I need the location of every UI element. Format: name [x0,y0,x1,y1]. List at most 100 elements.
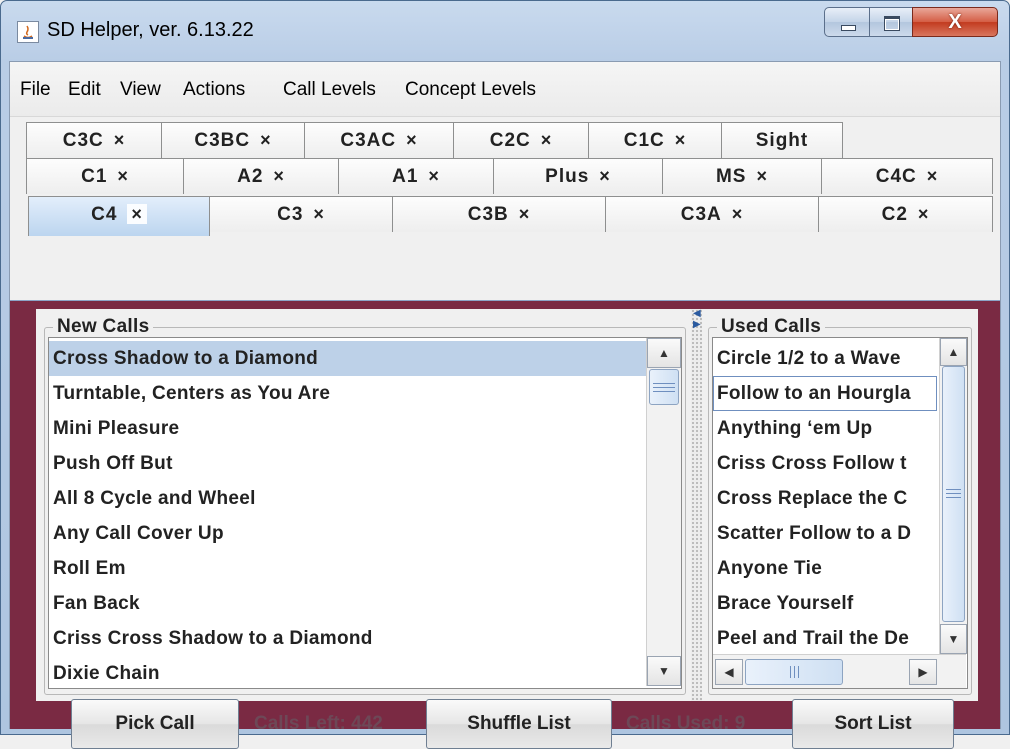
used-calls-title: Used Calls [717,316,826,338]
list-item[interactable]: Scatter Follow to a D [713,516,911,551]
tab-label: C3 [277,204,304,225]
list-item[interactable]: Dixie Chain [49,656,160,688]
grip-icon [653,383,675,386]
used-calls-list[interactable]: Circle 1/2 to a Wave Follow to an Hourgl… [712,337,968,689]
h-scroll-thumb[interactable] [745,659,843,685]
tab-c3b[interactable]: C3B × [392,196,606,232]
tab-c3a[interactable]: C3A × [605,196,819,232]
tab-a1[interactable]: A1 × [338,158,494,194]
tab-sight[interactable]: Sight [721,122,843,158]
pick-call-button[interactable]: Pick Call [71,699,239,749]
grip-icon [946,489,961,492]
menu-file[interactable]: File [20,79,51,101]
scroll-up-icon[interactable]: ▲ [940,338,967,366]
menu-bar: File Edit View Actions Call Levels Conce… [10,62,1000,117]
calls-used-status: Calls Used: 9 [626,713,746,734]
tab-close-icon[interactable]: × [127,204,147,224]
list-item[interactable]: Criss Cross Shadow to a Diamond [49,621,373,656]
menu-concept-levels[interactable]: Concept Levels [405,79,536,101]
close-icon: X [948,11,962,33]
tab-label: C3B [467,204,509,225]
tab-a2[interactable]: A2 × [183,158,339,194]
calls-panel: New Calls Cross Shadow to a Diamond Turn… [10,300,1000,749]
menu-edit[interactable]: Edit [68,79,101,101]
menu-view[interactable]: View [120,79,161,101]
scroll-right-icon[interactable]: ▶ [909,659,937,685]
calls-left-status: Calls Left: 442 [254,713,383,734]
grip-icon [653,391,675,394]
new-calls-list[interactable]: Cross Shadow to a Diamond Turntable, Cen… [48,337,682,689]
tab-close-icon[interactable]: × [260,130,272,150]
menu-actions[interactable]: Actions [183,79,245,101]
list-item[interactable]: Cross Replace the C [713,481,908,516]
list-item[interactable]: Follow to an Hourgla [713,376,937,411]
tab-c1[interactable]: C1 × [26,158,184,194]
client-area: File Edit View Actions Call Levels Conce… [9,61,1001,749]
list-item[interactable]: Turntable, Centers as You Are [49,376,330,411]
tab-close-icon[interactable]: × [406,130,418,150]
maximize-button[interactable] [869,7,913,37]
tab-c2[interactable]: C2 × [818,196,993,232]
tab-close-icon[interactable]: × [428,166,440,186]
tab-close-icon[interactable]: × [273,166,285,186]
new-calls-pane: New Calls Cross Shadow to a Diamond Turn… [36,309,692,701]
tab-label: C4C [875,166,917,187]
tab-c2c[interactable]: C2C × [453,122,589,158]
tab-close-icon[interactable]: × [756,166,768,186]
tab-c4[interactable]: C4 × [28,196,210,236]
list-item[interactable]: Criss Cross Follow t [713,446,907,481]
list-item[interactable]: Any Call Cover Up [49,516,224,551]
close-button[interactable]: X [912,7,998,37]
tab-close-icon[interactable]: × [114,130,126,150]
new-calls-title: New Calls [53,316,154,338]
tab-c3bc[interactable]: C3BC × [161,122,305,158]
tab-plus[interactable]: Plus × [493,158,663,194]
grip-icon [946,497,961,500]
tab-ms[interactable]: MS × [662,158,822,194]
tab-c1c[interactable]: C1C × [588,122,722,158]
tab-close-icon[interactable]: × [117,166,129,186]
sort-list-button[interactable]: Sort List [792,699,954,749]
tab-close-icon[interactable]: × [313,204,325,224]
minimize-button[interactable] [824,7,870,37]
tab-c3ac[interactable]: C3AC × [304,122,454,158]
list-item[interactable]: Roll Em [49,551,126,586]
scroll-thumb[interactable] [942,366,965,622]
scroll-down-icon[interactable]: ▼ [647,656,681,686]
list-item[interactable]: Fan Back [49,586,140,621]
title-bar[interactable]: SD Helper, ver. 6.13.22 X [1,1,1009,61]
list-item[interactable]: Brace Yourself [713,586,854,621]
tab-c3[interactable]: C3 × [209,196,393,232]
tab-close-icon[interactable]: × [599,166,611,186]
tab-close-icon[interactable]: × [927,166,939,186]
used-calls-hscrollbar[interactable]: ◀ ▶ [713,654,966,688]
scroll-thumb[interactable] [649,369,679,405]
tab-close-icon[interactable]: × [519,204,531,224]
tab-close-icon[interactable]: × [918,204,930,224]
shuffle-list-button[interactable]: Shuffle List [426,699,612,749]
collapse-left-icon[interactable]: ◀ [693,309,701,319]
scroll-up-icon[interactable]: ▲ [647,338,681,368]
tab-close-icon[interactable]: × [541,130,553,150]
list-item[interactable]: Peel and Trail the De [713,621,909,656]
list-item[interactable]: All 8 Cycle and Wheel [49,481,256,516]
list-item[interactable]: Anyone Tie [713,551,822,586]
tab-c3c[interactable]: C3C × [26,122,162,158]
used-calls-vscrollbar[interactable]: ▲ ▼ [939,338,967,654]
tab-label: C4 [91,204,118,225]
menu-call-levels[interactable]: Call Levels [283,79,376,101]
tab-close-icon[interactable]: × [732,204,744,224]
list-item[interactable]: Circle 1/2 to a Wave [713,341,901,376]
tab-label: C2 [881,204,908,225]
list-item[interactable]: Push Off But [49,446,173,481]
scroll-down-icon[interactable]: ▼ [940,624,967,654]
tab-close-icon[interactable]: × [675,130,687,150]
collapse-right-icon[interactable]: ▶ [693,320,701,330]
tab-c4c[interactable]: C4C × [821,158,993,194]
list-item[interactable]: Cross Shadow to a Diamond [49,341,648,376]
window-title: SD Helper, ver. 6.13.22 [47,19,254,41]
list-item[interactable]: Mini Pleasure [49,411,179,446]
scroll-left-icon[interactable]: ◀ [715,659,743,685]
new-calls-scrollbar[interactable]: ▲ ▼ [646,338,681,686]
list-item[interactable]: Anything ‘em Up [713,411,872,446]
